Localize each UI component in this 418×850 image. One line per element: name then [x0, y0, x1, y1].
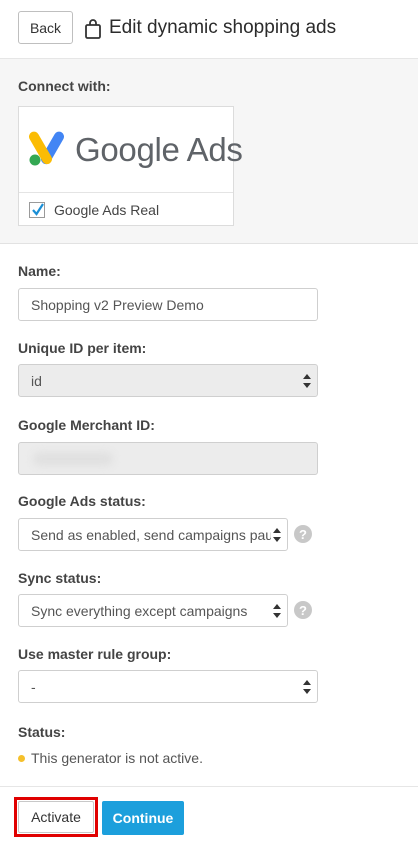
sync-status-label: Sync status:	[18, 570, 102, 586]
google-ads-logo-icon	[29, 131, 64, 166]
select-arrows-icon	[273, 528, 281, 542]
select-arrows-icon	[303, 374, 311, 388]
sync-status-select[interactable]: Sync everything except campaigns	[18, 594, 288, 627]
select-arrows-icon	[273, 604, 281, 618]
master-rule-value: -	[31, 679, 36, 695]
back-button[interactable]: Back	[18, 11, 73, 44]
unique-id-value: id	[31, 373, 42, 389]
status-dot-icon	[18, 755, 25, 762]
help-icon[interactable]: ?	[294, 525, 312, 543]
merchant-id-label: Google Merchant ID:	[18, 417, 155, 433]
checkmark-icon	[32, 203, 44, 216]
continue-button[interactable]: Continue	[102, 801, 184, 835]
account-label: Google Ads Real	[54, 202, 160, 218]
page-title: Edit dynamic shopping ads	[109, 17, 337, 38]
ads-status-select[interactable]: Send as enabled, send campaigns paused	[18, 518, 288, 551]
name-label: Name:	[18, 263, 61, 279]
connect-label: Connect with:	[18, 78, 111, 94]
redacted-value	[33, 452, 113, 466]
ads-status-label: Google Ads status:	[18, 493, 146, 509]
google-ads-logo-text: Google Ads	[75, 131, 243, 168]
unique-id-label: Unique ID per item:	[18, 340, 147, 356]
status-text: This generator is not active.	[31, 750, 203, 766]
unique-id-select[interactable]: id	[18, 364, 318, 397]
merchant-id-input	[18, 442, 318, 475]
page-header: Back Edit dynamic shopping ads	[0, 0, 418, 58]
status-label: Status:	[18, 724, 66, 740]
select-arrows-icon	[303, 680, 311, 694]
help-icon[interactable]: ?	[294, 601, 312, 619]
shopping-bag-icon	[85, 19, 101, 39]
sync-status-value: Sync everything except campaigns	[31, 603, 248, 619]
activate-button[interactable]: Activate	[18, 801, 94, 833]
name-input[interactable]: Shopping v2 Preview Demo	[18, 288, 318, 321]
card-divider	[19, 192, 233, 193]
google-ads-card[interactable]: Google Ads Google Ads Real	[18, 106, 243, 226]
ads-status-value: Send as enabled, send campaigns paused	[31, 527, 271, 543]
master-rule-label: Use master rule group:	[18, 646, 172, 662]
master-rule-select[interactable]: -	[18, 670, 318, 703]
name-input-value: Shopping v2 Preview Demo	[31, 297, 204, 313]
account-checkbox[interactable]	[29, 202, 45, 218]
